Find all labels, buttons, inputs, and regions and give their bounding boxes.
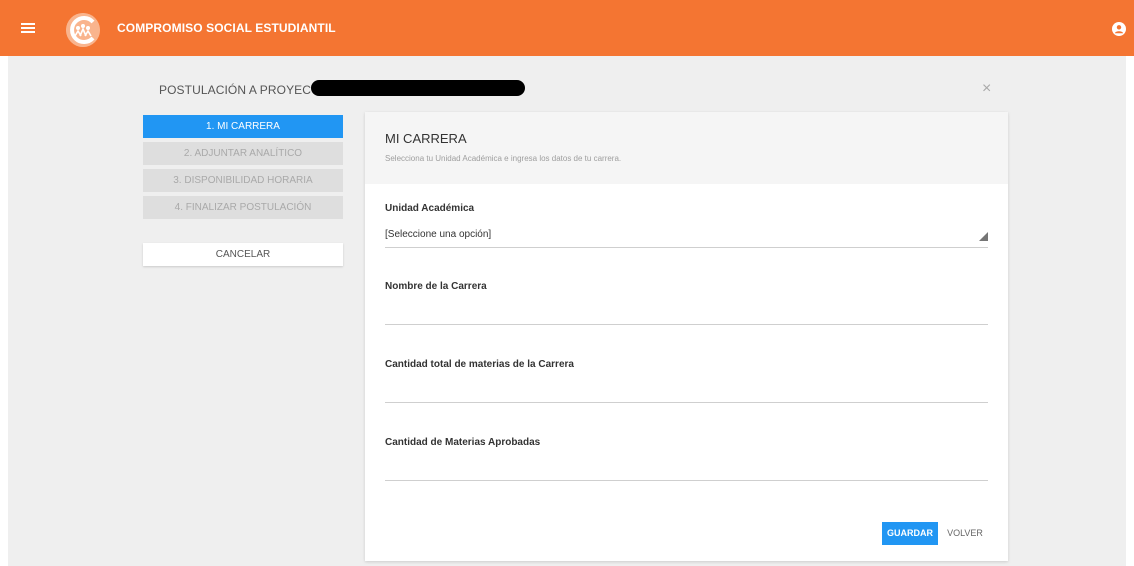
step-adjuntar-analitico: 2. ADJUNTAR ANALÍTICO — [143, 142, 343, 165]
menu-icon[interactable] — [21, 23, 35, 33]
save-button[interactable]: GUARDAR — [882, 522, 938, 545]
top-app-bar: COMPROMISO SOCIAL ESTUDIANTIL — [0, 0, 1134, 56]
form-header: MI CARRERA Selecciona tu Unidad Académic… — [365, 112, 1008, 184]
unidad-academica-value: [Seleccione una opción] — [385, 229, 492, 240]
total-materias-underline — [385, 402, 988, 403]
materias-aprobadas-label: Cantidad de Materias Aprobadas — [385, 437, 541, 448]
close-icon[interactable]: × — [982, 80, 991, 98]
page-title: POSTULACIÓN A PROYECTO: — [159, 83, 332, 97]
materias-aprobadas-underline — [385, 480, 988, 481]
unidad-academica-label: Unidad Académica — [385, 203, 475, 214]
nombre-carrera-input[interactable] — [385, 302, 988, 324]
app-title: COMPROMISO SOCIAL ESTUDIANTIL — [117, 21, 336, 35]
unidad-academica-underline — [385, 247, 988, 248]
back-button[interactable]: VOLVER — [945, 522, 985, 545]
cancel-button[interactable]: CANCELAR — [143, 243, 343, 266]
nombre-carrera-underline — [385, 324, 988, 325]
total-materias-label: Cantidad total de materias de la Carrera — [385, 359, 574, 370]
form-title: MI CARRERA — [385, 131, 467, 146]
materias-aprobadas-input[interactable] — [385, 457, 988, 479]
account-circle-icon[interactable] — [1112, 22, 1126, 36]
logo-icon — [66, 13, 100, 47]
step-finalizar-postulacion: 4. FINALIZAR POSTULACIÓN — [143, 196, 343, 219]
total-materias-input[interactable] — [385, 379, 988, 401]
form-subtitle: Selecciona tu Unidad Académica e ingresa… — [385, 154, 622, 163]
nombre-carrera-label: Nombre de la Carrera — [385, 281, 487, 292]
dropdown-arrow-icon[interactable] — [979, 232, 988, 241]
step-mi-carrera[interactable]: 1. MI CARRERA — [143, 115, 343, 138]
redacted-project-name — [311, 80, 525, 96]
form-card: MI CARRERA Selecciona tu Unidad Académic… — [365, 112, 1008, 561]
step-disponibilidad-horaria: 3. DISPONIBILIDAD HORARIA — [143, 169, 343, 192]
